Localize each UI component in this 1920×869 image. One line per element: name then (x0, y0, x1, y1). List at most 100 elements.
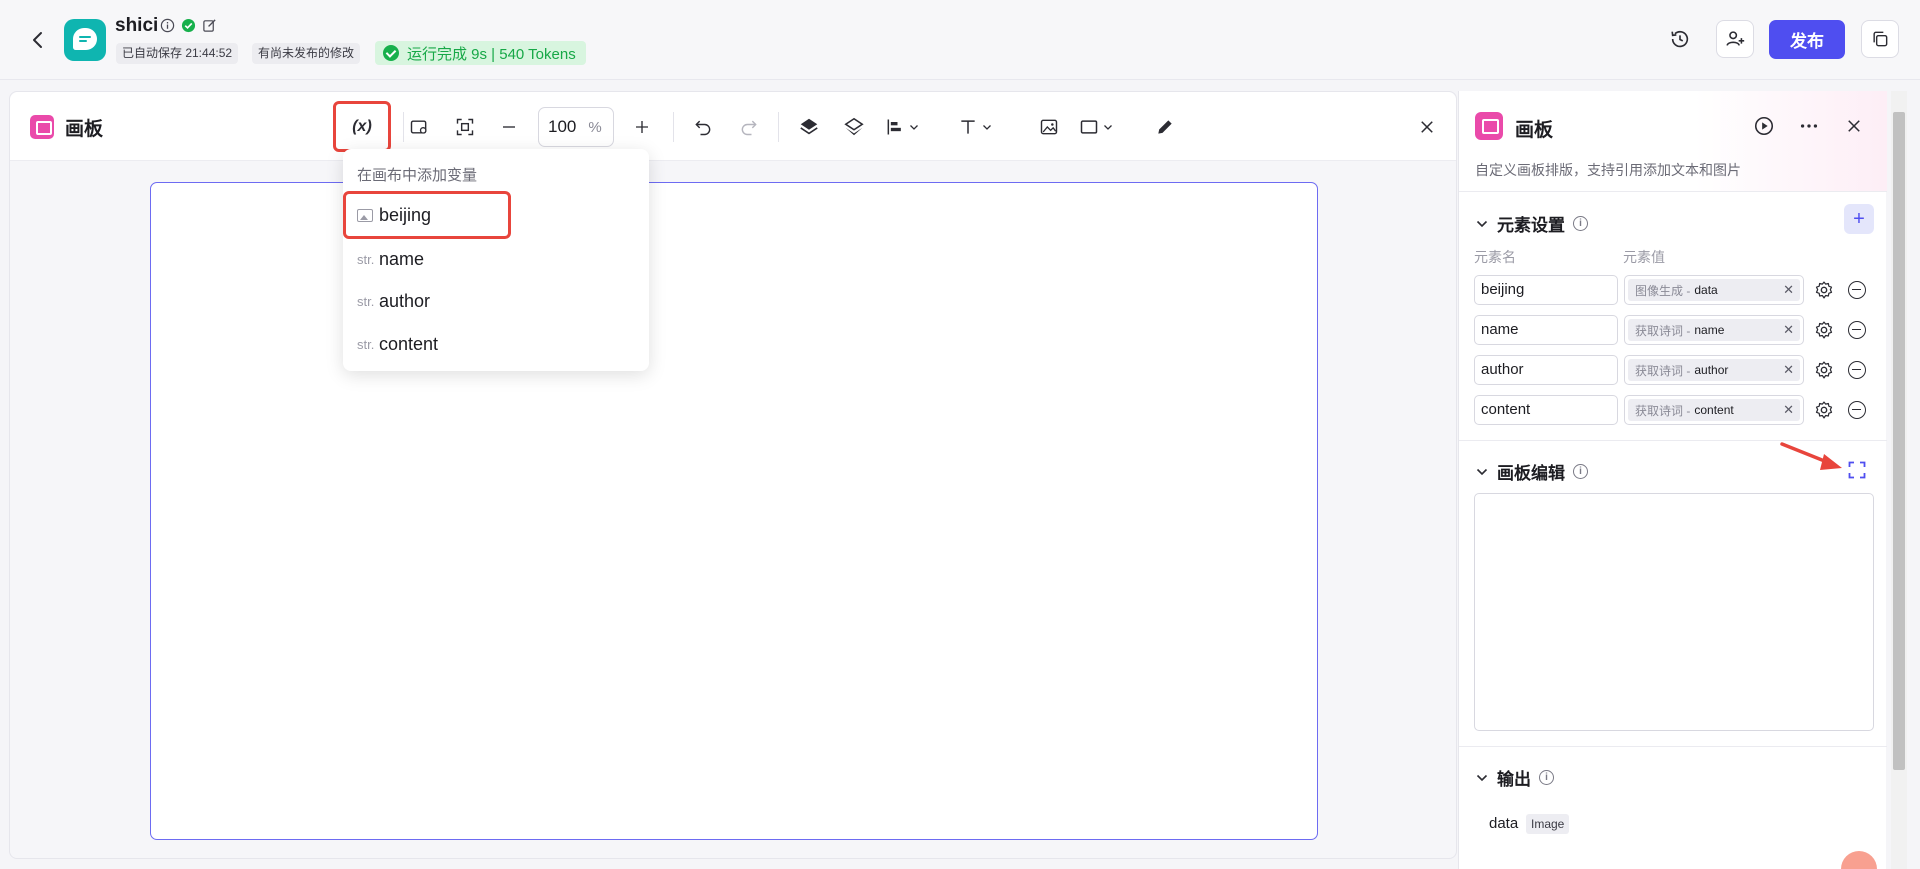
verified-check-icon (181, 18, 196, 33)
remove-reference-icon[interactable]: ✕ (1783, 282, 1794, 298)
toolbar-divider (673, 112, 674, 142)
remove-reference-icon[interactable]: ✕ (1783, 362, 1794, 378)
undo-icon (695, 120, 711, 136)
duplicate-button[interactable] (1861, 20, 1899, 58)
zoom-in-tool[interactable] (628, 113, 656, 141)
output-section-header[interactable]: 输出 i (1475, 765, 1554, 790)
variable-item-label: content (379, 333, 439, 354)
editor-section-header[interactable]: 画板编辑 i (1475, 459, 1588, 484)
run-status-text: 运行完成 9s | 540 Tokens (407, 45, 576, 63)
image-tool[interactable] (1035, 113, 1063, 141)
align-tool[interactable] (885, 113, 941, 141)
element-name-input[interactable]: beijing (1474, 275, 1618, 305)
element-value-field[interactable]: 获取诗词 - author ✕ (1624, 355, 1804, 385)
artboard[interactable] (150, 182, 1318, 840)
bring-forward-tool[interactable] (795, 113, 823, 141)
gear-icon[interactable] (1814, 360, 1834, 380)
undo-tool[interactable] (689, 113, 717, 141)
gear-icon[interactable] (1814, 280, 1834, 300)
expand-icon[interactable] (1848, 461, 1866, 479)
edit-icon[interactable] (202, 18, 217, 33)
canvas-size-tool[interactable] (405, 113, 433, 141)
section-divider (1459, 746, 1887, 747)
fit-view-tool[interactable] (451, 113, 479, 141)
close-panel-button[interactable] (1841, 113, 1867, 139)
shape-tool[interactable] (1079, 113, 1135, 141)
layer-up-icon (800, 118, 818, 135)
redo-tool[interactable] (735, 113, 763, 141)
element-name-input[interactable]: author (1474, 355, 1618, 385)
element-row: name 获取诗词 - name ✕ (1474, 315, 1874, 345)
variable-item-author[interactable]: str. author (343, 281, 649, 321)
layer-down-icon (844, 117, 864, 136)
remove-element-button[interactable] (1848, 361, 1866, 379)
info-icon[interactable]: i (1573, 216, 1588, 231)
element-value-field[interactable]: 图像生成 - data ✕ (1624, 275, 1804, 305)
back-button[interactable] (26, 28, 50, 52)
run-status-badge[interactable]: 运行完成 9s | 540 Tokens (375, 41, 586, 65)
canvas-panel: 画板 (x) 100 % (9, 91, 1457, 859)
remove-element-button[interactable] (1848, 281, 1866, 299)
reference-field: name (1694, 323, 1725, 337)
send-backward-tool[interactable] (840, 113, 868, 141)
unpublished-tag: 有尚未发布的修改 (252, 43, 361, 64)
reference-field: content (1694, 403, 1734, 417)
text-tool[interactable] (958, 113, 1014, 141)
close-icon (1848, 120, 1860, 132)
add-element-button[interactable]: + (1844, 204, 1874, 234)
history-button[interactable] (1661, 20, 1699, 58)
close-canvas-button[interactable] (1414, 114, 1440, 140)
variable-item-label: author (379, 290, 431, 311)
chevron-down-icon (1476, 774, 1488, 781)
element-name-input[interactable]: content (1474, 395, 1618, 425)
image-icon (1040, 119, 1058, 135)
app-name: shici (115, 15, 159, 36)
redo-icon (741, 120, 757, 136)
element-value-field[interactable]: 获取诗词 - name ✕ (1624, 315, 1804, 345)
element-value-field[interactable]: 获取诗词 - content ✕ (1624, 395, 1804, 425)
toolbar-divider (778, 112, 779, 142)
info-icon[interactable] (160, 18, 175, 33)
gear-icon[interactable] (1814, 400, 1834, 420)
pen-tool[interactable] (1151, 113, 1179, 141)
run-node-button[interactable] (1751, 113, 1777, 139)
zoom-unit: % (588, 118, 602, 136)
remove-reference-icon[interactable]: ✕ (1783, 402, 1794, 418)
element-settings-header[interactable]: 元素设置 i (1475, 211, 1588, 236)
add-variable-tool[interactable]: (x) (333, 101, 391, 152)
remove-reference-icon[interactable]: ✕ (1783, 322, 1794, 338)
variable-item-label: name (379, 248, 425, 269)
zoom-out-tool[interactable] (495, 113, 523, 141)
zoom-input[interactable]: 100 % (538, 107, 614, 147)
publish-button[interactable]: 发布 (1769, 20, 1845, 59)
canvas-board-icon (30, 115, 54, 139)
variable-item-content[interactable]: str. content (343, 324, 649, 364)
toolbar-divider (403, 112, 404, 142)
pencil-icon (1158, 120, 1172, 134)
variable-item-name[interactable]: str. name (343, 239, 649, 279)
gear-icon[interactable] (1814, 320, 1834, 340)
collaborator-button[interactable] (1716, 20, 1754, 58)
board-node-icon (1475, 112, 1503, 140)
more-options-button[interactable] (1796, 113, 1822, 139)
chevron-down-icon (910, 125, 918, 130)
info-icon[interactable]: i (1539, 770, 1554, 785)
more-icon (1800, 124, 1818, 128)
element-row: author 获取诗词 - author ✕ (1474, 355, 1874, 385)
element-name-input[interactable]: name (1474, 315, 1618, 345)
app-name-icons (160, 18, 217, 33)
section-divider (1459, 191, 1887, 192)
reference-chip: 获取诗词 - name ✕ (1628, 319, 1800, 341)
info-icon[interactable]: i (1573, 464, 1588, 479)
reference-field: data (1694, 283, 1718, 297)
plus-icon (636, 121, 648, 133)
scrollbar-thumb[interactable] (1893, 112, 1905, 770)
variable-item-beijing[interactable]: beijing (343, 191, 511, 239)
remove-element-button[interactable] (1848, 321, 1866, 339)
canvas-editor-preview[interactable] (1474, 493, 1874, 731)
reference-source: 获取诗词 - (1635, 403, 1691, 418)
output-variable-name: data (1489, 815, 1519, 832)
minus-icon (503, 126, 515, 128)
remove-element-button[interactable] (1848, 401, 1866, 419)
canvas-title: 画板 (65, 119, 104, 140)
